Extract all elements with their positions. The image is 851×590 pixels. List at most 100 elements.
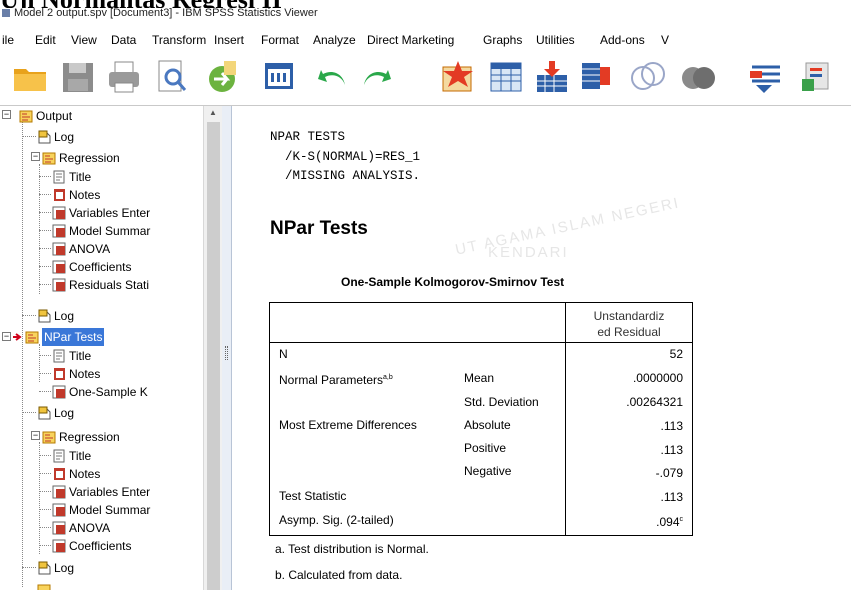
notes-icon xyxy=(54,188,65,201)
tree-node-coefficients[interactable]: Coefficients xyxy=(52,257,131,275)
tree-node-regression[interactable]: Regression xyxy=(42,427,120,445)
npar-tests-heading: NPar Tests xyxy=(270,218,368,239)
value-n: 52 xyxy=(669,347,683,361)
row-label-mean: Mean xyxy=(464,371,495,385)
scroll-up-arrow-icon[interactable]: ▲ xyxy=(206,108,220,120)
npar-folder-icon xyxy=(25,331,39,344)
table-icon xyxy=(52,539,66,553)
notes-icon xyxy=(54,367,65,380)
spss-app-icon xyxy=(2,9,10,17)
value-asymp-sig: .094c xyxy=(656,515,683,529)
row-label-positive: Positive xyxy=(464,441,507,455)
menu-data[interactable]: Data xyxy=(111,30,136,50)
title-icon xyxy=(53,170,65,184)
row-label-test-statistic: Test Statistic xyxy=(279,489,347,503)
table-icon xyxy=(52,503,66,517)
collapse-regression-toggle[interactable]: − xyxy=(31,431,40,440)
tree-node-variables-entered[interactable]: Variables Enter xyxy=(52,203,150,221)
menu-window[interactable]: V xyxy=(661,30,669,50)
tree-node-notes[interactable]: Notes xyxy=(52,185,100,203)
tree-node-one-sample-ks[interactable]: One-Sample K xyxy=(52,382,148,400)
value-test-statistic: .113 xyxy=(660,490,683,504)
tree-node-residuals-statistics[interactable]: Residuals Stati xyxy=(52,275,149,293)
export-icon[interactable] xyxy=(204,59,240,95)
menu-add-ons[interactable]: Add-ons xyxy=(600,30,645,50)
tree-node-npar-tests[interactable]: NPar Tests xyxy=(13,327,105,346)
menu-graphs[interactable]: Graphs xyxy=(483,30,522,50)
save-icon[interactable] xyxy=(60,59,96,95)
value-labels-icon[interactable] xyxy=(798,59,834,95)
goto-data-icon[interactable] xyxy=(440,59,476,95)
footnote-a: a. Test distribution is Normal. xyxy=(275,542,429,556)
tree-node-model-summary[interactable]: Model Summar xyxy=(52,221,150,239)
ks-table-title: One-Sample Kolmogorov-Smirnov Test xyxy=(341,275,565,289)
title-icon xyxy=(53,449,65,463)
collapse-regression-toggle[interactable]: − xyxy=(31,152,40,161)
goto-variable-icon[interactable] xyxy=(534,59,570,95)
output-folder-icon xyxy=(19,110,33,123)
venn-icon[interactable] xyxy=(630,59,666,95)
open-folder-icon[interactable] xyxy=(12,59,48,95)
row-label-n: N xyxy=(279,347,288,361)
collapse-output-toggle[interactable]: − xyxy=(2,110,11,119)
log-icon xyxy=(38,309,51,323)
tree-node-log[interactable]: Log xyxy=(37,306,74,324)
print-icon[interactable] xyxy=(106,59,142,95)
menu-insert[interactable]: Insert xyxy=(214,30,244,50)
print-preview-icon[interactable] xyxy=(153,59,189,95)
current-arrow-icon xyxy=(13,333,22,341)
tree-node-anova[interactable]: ANOVA xyxy=(52,518,110,536)
variables-icon[interactable] xyxy=(578,59,614,95)
redo-icon[interactable] xyxy=(358,59,394,95)
undo-icon[interactable] xyxy=(315,59,351,95)
menu-bar: ile Edit View Data Transform Insert Form… xyxy=(0,30,851,50)
menu-format[interactable]: Format xyxy=(261,30,299,50)
menu-utilities[interactable]: Utilities xyxy=(536,30,575,50)
menu-direct-marketing[interactable]: Direct Marketing xyxy=(367,30,454,50)
tree-node-partial xyxy=(37,580,54,590)
tree-node-notes[interactable]: Notes xyxy=(52,364,100,382)
table-icon xyxy=(52,485,66,499)
tree-node-variables-entered[interactable]: Variables Enter xyxy=(52,482,150,500)
tree-node-log[interactable]: Log xyxy=(37,558,74,576)
menu-analyze[interactable]: Analyze xyxy=(313,30,356,50)
table-icon xyxy=(52,242,66,256)
pane-splitter[interactable] xyxy=(222,106,232,590)
title-icon xyxy=(53,349,65,363)
scrollbar-thumb[interactable] xyxy=(207,122,220,590)
ks-test-table[interactable]: Unstandardiz ed Residual N 52 Normal Para… xyxy=(269,302,693,536)
table-icon xyxy=(52,278,66,292)
notes-icon xyxy=(54,467,65,480)
value-negative: -.079 xyxy=(655,466,683,480)
tree-node-output[interactable]: Output xyxy=(19,106,72,124)
tree-node-model-summary[interactable]: Model Summar xyxy=(52,500,150,518)
tree-node-title[interactable]: Title xyxy=(52,346,91,364)
select-cases-icon[interactable] xyxy=(748,59,784,95)
tree-node-coefficients[interactable]: Coefficients xyxy=(52,536,131,554)
menu-transform[interactable]: Transform xyxy=(152,30,206,50)
syntax-block: NPAR TESTS /K-S(NORMAL)=RES_1 /MISSING A… xyxy=(270,130,421,183)
tree-node-log[interactable]: Log xyxy=(37,403,74,421)
table-icon xyxy=(52,260,66,274)
watermark-text: KENDARI xyxy=(488,244,569,261)
window-title-bar: Model 2 output.spv [Document3] - IBM SPS… xyxy=(0,7,851,19)
tree-node-log[interactable]: Log xyxy=(37,127,74,145)
row-label-std-deviation: Std. Deviation xyxy=(464,395,539,409)
menu-view[interactable]: View xyxy=(71,30,97,50)
goto-case-icon[interactable] xyxy=(488,59,524,95)
tree-node-regression[interactable]: Regression xyxy=(42,148,120,166)
collapse-npar-toggle[interactable]: − xyxy=(2,332,11,341)
window-title: Model 2 output.spv [Document3] - IBM SPS… xyxy=(14,7,318,19)
tree-node-notes[interactable]: Notes xyxy=(52,464,100,482)
tree-node-title[interactable]: Title xyxy=(52,167,91,185)
table-icon xyxy=(52,206,66,220)
splitter-grip xyxy=(225,346,228,360)
recall-dialog-icon[interactable] xyxy=(262,59,298,95)
outline-scrollbar[interactable]: ▲ xyxy=(203,106,222,590)
log-icon xyxy=(38,561,51,575)
venn-dark-icon[interactable] xyxy=(680,59,716,95)
menu-file[interactable]: ile xyxy=(2,30,14,50)
tree-node-title[interactable]: Title xyxy=(52,446,91,464)
menu-edit[interactable]: Edit xyxy=(35,30,56,50)
tree-node-anova[interactable]: ANOVA xyxy=(52,239,110,257)
